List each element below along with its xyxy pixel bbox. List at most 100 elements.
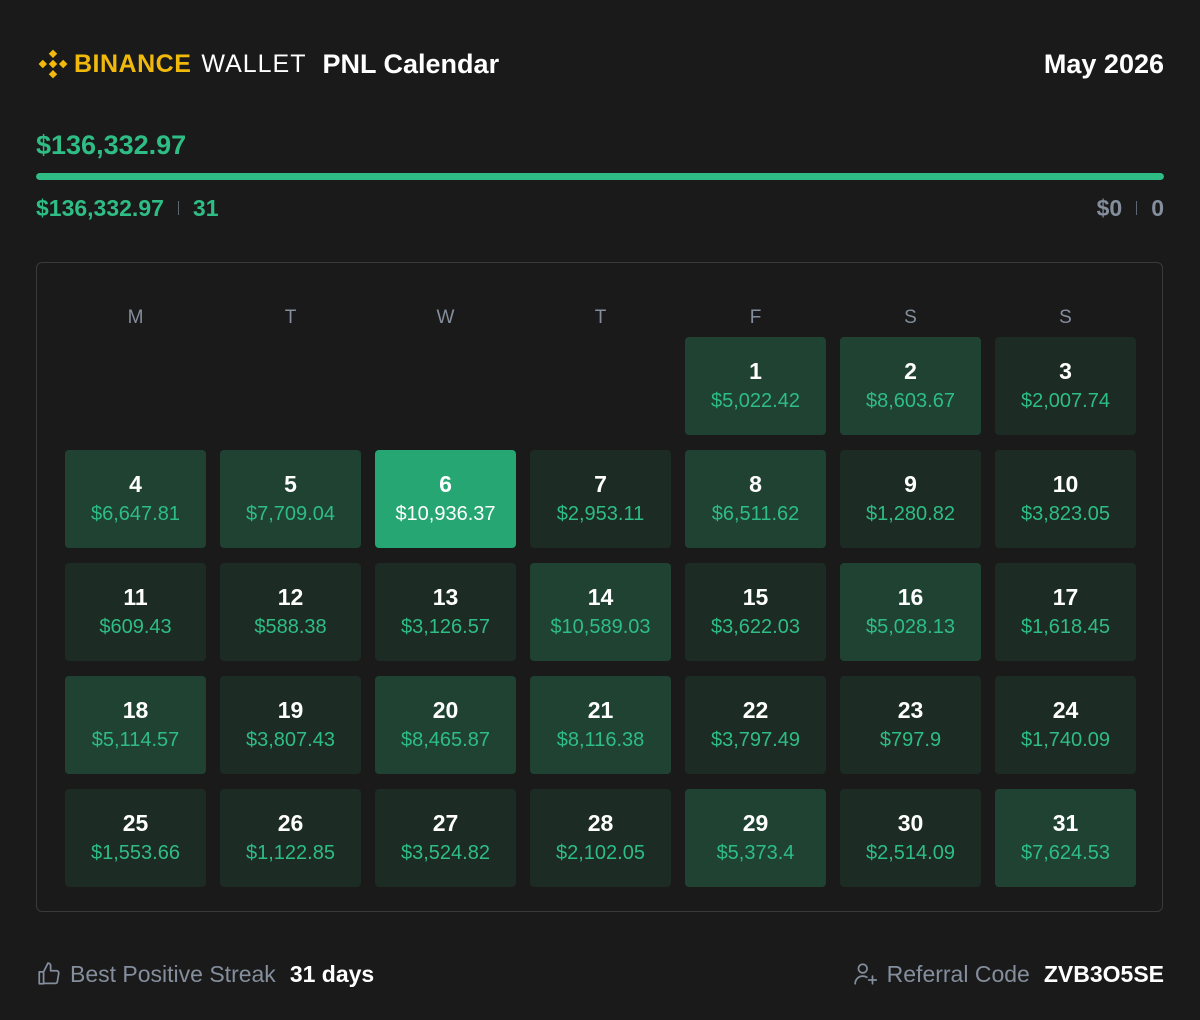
calendar-day-cell[interactable]: 5 $7,709.04 — [220, 450, 361, 548]
calendar-day-cell[interactable]: 31 $7,624.53 — [995, 789, 1136, 887]
day-pnl: $609.43 — [99, 616, 172, 638]
day-pnl: $3,524.82 — [401, 842, 490, 864]
calendar-day-cell[interactable]: 12 $588.38 — [220, 563, 361, 661]
calendar-day-cell[interactable]: 19 $3,807.43 — [220, 676, 361, 774]
calendar-day-cell[interactable]: 9 $1,280.82 — [840, 450, 981, 548]
calendar-day-cell[interactable]: 11 $609.43 — [65, 563, 206, 661]
calendar-day-cell[interactable]: 24 $1,740.09 — [995, 676, 1136, 774]
stat-divider — [1136, 201, 1138, 215]
weekday-label: W — [436, 307, 455, 328]
day-pnl: $2,514.09 — [866, 842, 955, 864]
calendar-day-cell[interactable]: 3 $2,007.74 — [995, 337, 1136, 435]
negative-total: $0 — [1096, 194, 1123, 221]
day-number: 1 — [749, 358, 762, 384]
day-number: 10 — [1052, 471, 1079, 497]
pnl-stats: $136,332.97 31 $0 0 — [36, 192, 1164, 224]
day-number: 2 — [904, 358, 917, 384]
calendar-day-cell[interactable]: 27 $3,524.82 — [375, 789, 516, 887]
day-number: 31 — [1052, 810, 1079, 836]
day-pnl: $3,622.03 — [711, 616, 800, 638]
day-pnl: $7,709.04 — [246, 503, 335, 525]
day-number: 11 — [123, 584, 148, 610]
day-number: 28 — [587, 810, 614, 836]
calendar-day-cell[interactable]: 25 $1,553.66 — [65, 789, 206, 887]
day-number: 8 — [749, 471, 762, 497]
brand: BINANCE WALLET PNL Calendar — [36, 47, 499, 81]
day-number: 24 — [1052, 697, 1079, 723]
calendar-day-cell[interactable]: 10 $3,823.05 — [995, 450, 1136, 548]
calendar-day-cell[interactable]: 14 $10,589.03 — [530, 563, 671, 661]
calendar-day-cell[interactable]: 15 $3,622.03 — [685, 563, 826, 661]
calendar-day-cell[interactable]: 7 $2,953.11 — [530, 450, 671, 548]
calendar-blank-cell — [375, 337, 516, 435]
day-pnl: $2,007.74 — [1021, 390, 1110, 412]
day-number: 14 — [587, 584, 614, 610]
calendar-day-cell[interactable]: 8 $6,511.62 — [685, 450, 826, 548]
streak-value: 31 days — [289, 960, 375, 987]
brand-name: BINANCE — [74, 49, 192, 78]
day-pnl: $7,624.53 — [1021, 842, 1110, 864]
day-pnl: $1,618.45 — [1021, 616, 1110, 638]
day-pnl: $5,373.4 — [716, 842, 795, 864]
negative-stats: $0 0 — [1097, 195, 1164, 222]
referral-label: Referral Code — [886, 960, 1030, 987]
day-number: 16 — [897, 584, 924, 610]
day-number: 17 — [1052, 584, 1079, 610]
calendar-grid: 1 $5,022.42 2 $8,603.67 3 $2,007.74 4 $6,647.81… — [65, 337, 1136, 887]
calendar-day-cell[interactable]: 22 $3,797.49 — [685, 676, 826, 774]
day-pnl: $8,603.67 — [866, 390, 955, 412]
calendar-day-cell[interactable]: 30 $2,514.09 — [840, 789, 981, 887]
calendar-day-cell[interactable]: 1 $5,022.42 — [685, 337, 826, 435]
day-pnl: $10,589.03 — [550, 616, 651, 638]
day-pnl: $797.9 — [879, 729, 942, 751]
day-number: 20 — [432, 697, 459, 723]
calendar-day-cell[interactable]: 17 $1,618.45 — [995, 563, 1136, 661]
day-pnl: $3,126.57 — [401, 616, 490, 638]
day-number: 26 — [277, 810, 304, 836]
best-streak: Best Positive Streak 31 days — [36, 961, 374, 988]
day-number: 23 — [897, 697, 924, 723]
calendar-day-cell[interactable]: 28 $2,102.05 — [530, 789, 671, 887]
calendar-blank-cell — [65, 337, 206, 435]
calendar-day-cell[interactable]: 4 $6,647.81 — [65, 450, 206, 548]
calendar-day-cell[interactable]: 23 $797.9 — [840, 676, 981, 774]
calendar-day-cell[interactable]: 20 $8,465.87 — [375, 676, 516, 774]
referral: Referral Code ZVB3O5SE — [853, 961, 1164, 988]
month-label: May 2026 — [1043, 48, 1164, 79]
calendar-day-cell[interactable]: 13 $3,126.57 — [375, 563, 516, 661]
day-pnl: $8,116.38 — [556, 729, 645, 751]
footer: Best Positive Streak 31 days Referral Co… — [36, 952, 1164, 996]
weekday-label: T — [284, 307, 297, 328]
page-title: PNL Calendar — [322, 48, 500, 79]
day-number: 30 — [897, 810, 924, 836]
day-number: 5 — [284, 471, 297, 497]
calendar-day-cell[interactable]: 2 $8,603.67 — [840, 337, 981, 435]
calendar-blank-cell — [530, 337, 671, 435]
calendar-day-cell[interactable]: 6 $10,936.37 — [375, 450, 516, 548]
day-pnl: $10,936.37 — [395, 503, 496, 525]
positive-stats: $136,332.97 31 — [36, 195, 219, 222]
weekday-header: MTWTFSS — [65, 307, 1137, 329]
day-pnl: $2,102.05 — [556, 842, 645, 864]
positive-total: $136,332.97 — [36, 194, 164, 221]
total-pnl: $136,332.97 — [36, 130, 187, 160]
weekday-label: F — [749, 307, 762, 328]
day-number: 7 — [594, 471, 607, 497]
day-pnl: $1,553.66 — [91, 842, 180, 864]
day-number: 29 — [742, 810, 769, 836]
day-number: 19 — [277, 697, 304, 723]
referral-code[interactable]: ZVB3O5SE — [1044, 961, 1164, 988]
calendar-day-cell[interactable]: 29 $5,373.4 — [685, 789, 826, 887]
day-pnl: $3,797.49 — [711, 729, 800, 751]
day-number: 3 — [1059, 358, 1072, 384]
calendar-day-cell[interactable]: 16 $5,028.13 — [840, 563, 981, 661]
calendar-day-cell[interactable]: 21 $8,116.38 — [530, 676, 671, 774]
day-number: 27 — [432, 810, 459, 836]
calendar-day-cell[interactable]: 18 $5,114.57 — [65, 676, 206, 774]
negative-days: 0 — [1151, 194, 1164, 221]
pnl-calendar: M T W T F S S 1 $5,022.42 2 $8,603.67 3 $2,007.74 4 $… — [36, 262, 1163, 912]
calendar-day-cell[interactable]: 26 $1,122.85 — [220, 789, 361, 887]
day-number: 13 — [432, 584, 459, 610]
day-pnl: $588.38 — [254, 616, 327, 638]
day-pnl: $5,022.42 — [711, 390, 800, 412]
